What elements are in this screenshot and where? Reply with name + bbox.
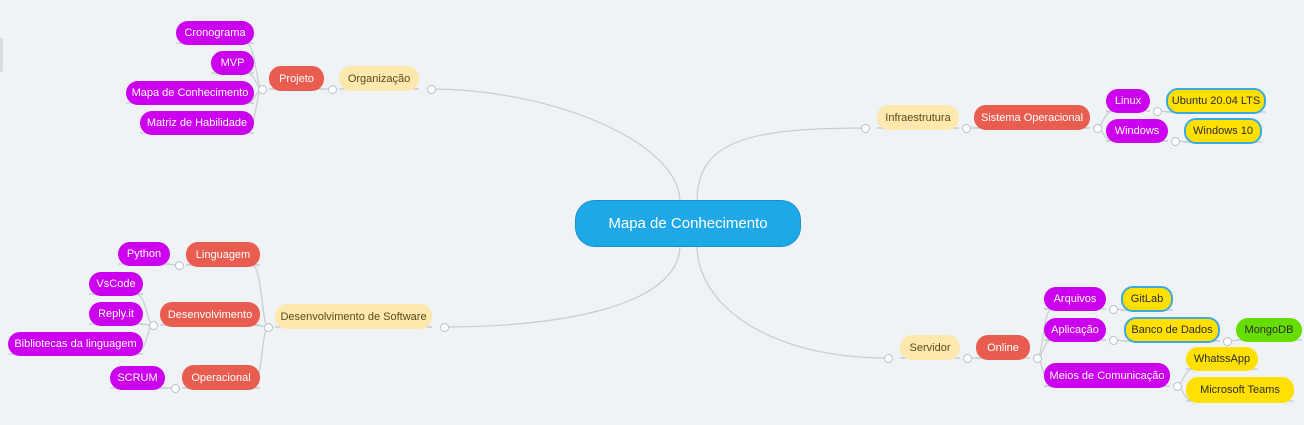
collapse-toggle-ling[interactable] [174,260,184,270]
topic-vscode[interactable]: VsCode [89,272,143,296]
topic-scrum[interactable]: SCRUM [110,366,165,390]
collapse-toggle-so[interactable] [1092,123,1102,133]
topic-matriz[interactable]: Matriz de Habilidade [140,111,254,135]
topic-oper[interactable]: Operacional [182,365,260,390]
topic-linux[interactable]: Linux [1106,89,1150,113]
edge-infra [696,127,866,203]
topic-desenv[interactable]: Desenvolvimento [160,302,260,327]
collapse-toggle-desenv[interactable] [148,320,158,330]
collapse-toggle-root-org[interactable] [426,84,436,94]
topic-aplic[interactable]: Aplicação [1044,318,1106,342]
topic-so[interactable]: Sistema Operacional [974,105,1090,130]
topic-online[interactable]: Online [976,335,1030,360]
collapse-toggle-aplic[interactable] [1108,335,1118,345]
topic-ling[interactable]: Linguagem [186,242,260,267]
topic-ubuntu[interactable]: Ubuntu 20.04 LTS [1166,88,1266,114]
collapse-toggle-online[interactable] [1032,353,1042,363]
collapse-toggle-root-serv[interactable] [883,353,893,363]
topic-gitlab[interactable]: GitLab [1121,286,1173,312]
topic-root[interactable]: Mapa de Conhecimento [575,200,801,247]
collapse-toggle-root-infra[interactable] [860,123,870,133]
sidebar-handle[interactable] [0,38,3,72]
topic-windows[interactable]: Windows [1106,119,1168,143]
collapse-toggle-meios[interactable] [1172,381,1182,391]
topic-biblio[interactable]: Bibliotecas da linguagem [8,332,143,356]
topic-teams[interactable]: Microsoft Teams [1186,377,1294,403]
topic-dev[interactable]: Desenvolvimento de Software [275,304,432,329]
collapse-toggle-org[interactable] [327,84,337,94]
topic-infra[interactable]: Infraestrutura [877,105,959,130]
topic-projeto[interactable]: Projeto [269,66,324,91]
topic-serv[interactable]: Servidor [900,335,960,360]
topic-mvp[interactable]: MVP [211,51,254,75]
collapse-toggle-projeto[interactable] [257,84,267,94]
topic-replit[interactable]: Reply.it [89,302,143,326]
topic-meios[interactable]: Meios de Comunicação [1044,363,1170,388]
collapse-toggle-infra[interactable] [961,123,971,133]
collapse-toggle-arquivos[interactable] [1108,304,1118,314]
edge-dev [443,244,681,328]
edge-serv [696,244,889,359]
mind-map-canvas: Mapa de Conhecimento Organização Projeto Cr… [0,0,1304,425]
topic-python[interactable]: Python [118,242,170,266]
topic-arquivos[interactable]: Arquivos [1044,287,1106,311]
topic-org[interactable]: Organização [339,66,419,91]
topic-mapa[interactable]: Mapa de Conhecimento [126,81,254,105]
collapse-toggle-dev[interactable] [263,322,273,332]
topic-bd[interactable]: Banco de Dados [1124,317,1220,343]
topic-crono[interactable]: Cronograma [176,21,254,45]
edge-org [430,88,681,203]
topic-mongo[interactable]: MongoDB [1236,318,1302,342]
collapse-toggle-windows[interactable] [1170,136,1180,146]
topic-whats[interactable]: WhatssApp [1186,347,1258,371]
collapse-toggle-serv[interactable] [962,353,972,363]
topic-win10[interactable]: Windows 10 [1184,118,1262,144]
collapse-toggle-linux[interactable] [1152,106,1162,116]
collapse-toggle-root-dev[interactable] [439,322,449,332]
collapse-toggle-bd[interactable] [1222,336,1232,346]
collapse-toggle-oper[interactable] [170,383,180,393]
